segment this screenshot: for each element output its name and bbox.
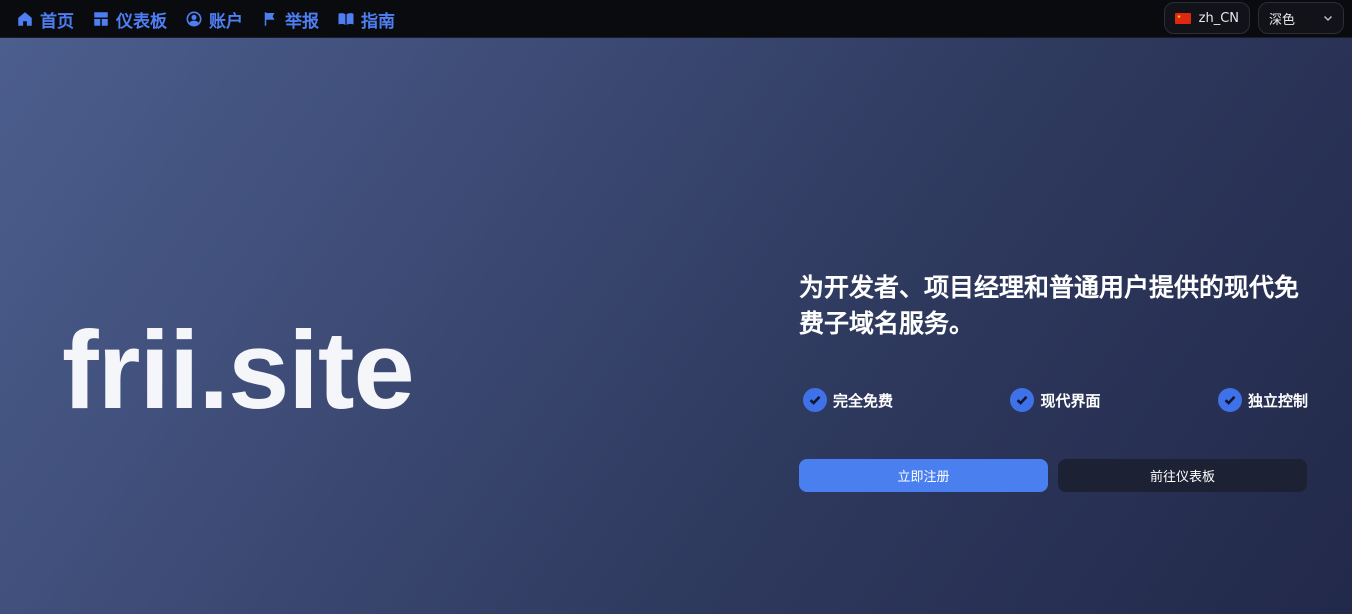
top-navigation-bar: 首页 仪表板 账户 举报 指南 zh_CN 深色 xyxy=(0,0,1352,38)
nav-item-label: 首页 xyxy=(40,11,74,32)
nav-item-home[interactable]: 首页 xyxy=(16,7,74,32)
feature-item: 完全免费 xyxy=(803,388,893,412)
nav-item-label: 账户 xyxy=(209,11,243,32)
top-right-controls: zh_CN 深色 xyxy=(1156,2,1344,34)
user-circle-icon xyxy=(186,11,202,27)
feature-label: 完全免费 xyxy=(833,391,894,410)
hero-tagline: 为开发者、项目经理和普通用户提供的现代免费子域名服务。 xyxy=(799,273,1300,338)
nav-item-label: 指南 xyxy=(361,11,395,32)
china-flag-icon xyxy=(1175,12,1191,24)
nav-item-report[interactable]: 举报 xyxy=(261,7,319,32)
nav-item-label: 仪表板 xyxy=(116,11,167,32)
main-nav: 首页 仪表板 账户 举报 指南 xyxy=(16,0,413,38)
chevron-down-icon xyxy=(1323,15,1333,22)
nav-item-account[interactable]: 账户 xyxy=(185,7,243,32)
hero-section: frii.site 为开发者、项目经理和普通用户提供的现代免费子域名服务。 完全… xyxy=(0,38,1352,614)
theme-select-value: 深色 xyxy=(1269,12,1296,28)
book-icon xyxy=(338,13,354,25)
register-button[interactable]: 立即注册 xyxy=(799,459,1048,492)
check-circle-icon xyxy=(1217,388,1242,412)
feature-label: 现代界面 xyxy=(1040,391,1101,410)
site-logo-text: frii.site xyxy=(62,309,415,432)
flag-icon xyxy=(264,12,275,26)
feature-label: 独立控制 xyxy=(1247,391,1308,410)
nav-item-dashboard[interactable]: 仪表板 xyxy=(92,7,167,32)
go-to-dashboard-button[interactable]: 前往仪表板 xyxy=(1058,459,1307,492)
language-select[interactable]: zh_CN xyxy=(1164,2,1250,34)
check-circle-icon xyxy=(1010,388,1035,412)
language-select-value: zh_CN xyxy=(1198,10,1239,26)
dashboard-icon xyxy=(94,12,108,26)
nav-item-label: 举报 xyxy=(285,11,319,32)
feature-item: 独立控制 xyxy=(1217,388,1308,412)
home-icon xyxy=(18,12,32,26)
theme-select[interactable]: 深色 xyxy=(1258,2,1344,34)
feature-item: 现代界面 xyxy=(1010,388,1101,412)
nav-item-guide[interactable]: 指南 xyxy=(337,7,395,32)
check-circle-icon xyxy=(803,388,827,412)
feature-list: 完全免费 现代界面 独立控制 xyxy=(803,388,1308,412)
